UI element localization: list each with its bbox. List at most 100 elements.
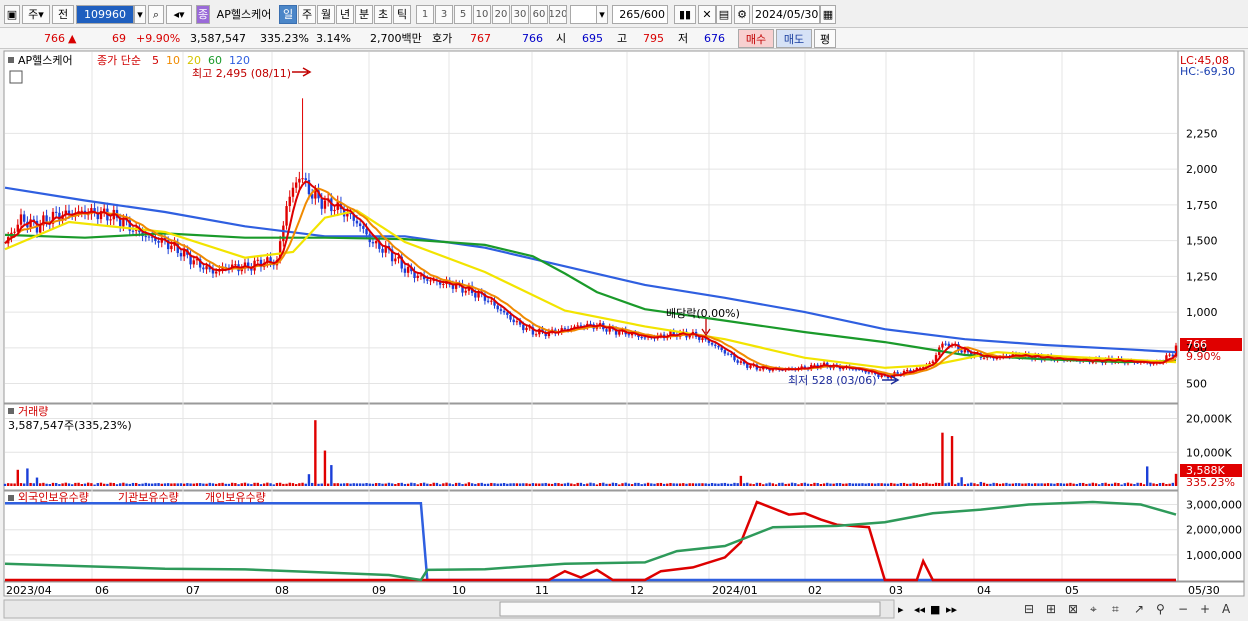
- candle-body: [374, 241, 378, 244]
- volume-bar: [701, 483, 704, 486]
- chart-tool-icon[interactable]: ⊠: [1068, 602, 1078, 616]
- volume-bar: [1126, 482, 1130, 486]
- candle-body: [627, 334, 631, 336]
- candle-body: [301, 178, 304, 180]
- period-tab-4[interactable]: 분: [355, 5, 373, 24]
- playback-control-icon[interactable]: ▸: [898, 603, 904, 616]
- volume-bar: [163, 483, 167, 486]
- sell-button[interactable]: 매도: [776, 29, 812, 48]
- chart-tool-icon[interactable]: ⌗: [1112, 602, 1119, 616]
- crosshair-icon[interactable]: ✕: [698, 5, 716, 24]
- period-tab-1[interactable]: 주: [298, 5, 316, 24]
- search-icon[interactable]: ⌕: [148, 5, 164, 24]
- candle-body: [640, 337, 643, 339]
- volume-bar: [714, 483, 717, 486]
- volume-pane-title: 거래량: [18, 405, 48, 418]
- period-tab-6[interactable]: 틱: [393, 5, 411, 24]
- volume-bar: [397, 483, 400, 486]
- playback-control-icon[interactable]: ◂◂: [914, 603, 926, 616]
- volume-bar: [48, 484, 51, 486]
- calendar-icon[interactable]: ▦: [820, 5, 836, 24]
- eval-button[interactable]: 평: [814, 29, 836, 48]
- volume-bar: [250, 484, 253, 486]
- volume-bar: [112, 482, 115, 486]
- volume-bar: [531, 483, 535, 486]
- count-field[interactable]: 265/600: [612, 5, 668, 24]
- period-tab-0[interactable]: 일: [279, 5, 297, 24]
- volume-bar: [717, 483, 720, 486]
- market-select[interactable]: 주 ▾: [22, 5, 50, 24]
- volume-bar: [285, 483, 288, 486]
- volume-bar: [486, 483, 490, 486]
- volume-bar: [870, 483, 874, 486]
- candle-body: [362, 226, 365, 229]
- volume-bar: [93, 484, 96, 486]
- period-tab-2[interactable]: 월: [317, 5, 335, 24]
- x-tick-label: 04: [977, 584, 991, 597]
- date-input[interactable]: 2024/05/30: [752, 5, 820, 24]
- buy-button[interactable]: 매수: [738, 29, 774, 48]
- volume-bar: [586, 483, 589, 486]
- interval-button-30[interactable]: 30: [511, 5, 529, 24]
- chart-tool-icon[interactable]: −: [1178, 602, 1188, 616]
- volume-bar: [611, 482, 615, 486]
- scroll-thumb[interactable]: [499, 601, 881, 617]
- sound-icon[interactable]: ◂▾: [166, 5, 192, 24]
- candle-body: [429, 280, 432, 282]
- prev-button[interactable]: 전: [52, 5, 74, 24]
- window-menu-icon[interactable]: ▣: [4, 5, 20, 24]
- chart-tool-icon[interactable]: ⊞: [1046, 602, 1056, 616]
- interval-button-5[interactable]: 5: [454, 5, 472, 24]
- volume-bar: [259, 484, 263, 486]
- candle-body: [509, 314, 512, 320]
- volume-bar: [118, 483, 122, 486]
- chart-tool-icon[interactable]: ↗: [1134, 602, 1144, 616]
- volume-bar: [38, 483, 42, 486]
- volume-bar: [1155, 484, 1159, 486]
- save-icon[interactable]: ▤: [716, 5, 732, 24]
- interval-button-60[interactable]: 60: [530, 5, 548, 24]
- ma-legend-5: 5: [152, 54, 159, 67]
- hc-label: HC:-69,30: [1180, 65, 1235, 78]
- chart-tool-icon[interactable]: A: [1222, 602, 1231, 616]
- volume-bar: [947, 482, 951, 486]
- price-tick-label: 1,500: [1186, 235, 1218, 248]
- volume-bar: [624, 482, 627, 486]
- volume-bar: [1069, 482, 1072, 486]
- volume-bar: [813, 482, 816, 486]
- volume-bar: [182, 483, 186, 486]
- interval-button-10[interactable]: 10: [473, 5, 491, 24]
- stock-code-input[interactable]: 109960: [76, 5, 134, 24]
- period-tab-3[interactable]: 년: [336, 5, 354, 24]
- quote-bar: 766 ▲ 69 +9.90% 3,587,547 335.23% 3.14% …: [0, 28, 1248, 49]
- indiv-holding-legend: 개인보유수량: [205, 491, 266, 504]
- playback-control-icon[interactable]: ■: [930, 603, 940, 616]
- volume-bar: [986, 483, 989, 486]
- code-dropdown-icon[interactable]: ▾: [134, 5, 146, 24]
- volume-bar: [570, 483, 573, 486]
- chart-tool-icon[interactable]: ⚲: [1156, 602, 1165, 616]
- volume-bar: [723, 482, 727, 486]
- chart-tool-icon[interactable]: ⌖: [1090, 602, 1097, 616]
- period-tab-5[interactable]: 초: [374, 5, 392, 24]
- chart-tool-icon[interactable]: ⊟: [1024, 602, 1034, 616]
- chart-tool-icon[interactable]: +: [1200, 602, 1210, 616]
- x-tick-label: 2024/01: [712, 584, 758, 597]
- interval-button-1[interactable]: 1: [416, 5, 434, 24]
- gear-icon[interactable]: ⚙: [734, 5, 750, 24]
- candle-type-icon[interactable]: ▮▮: [674, 5, 696, 24]
- volume-bar: [621, 483, 624, 486]
- interval-button-120[interactable]: 120: [549, 5, 567, 24]
- volume-bar: [912, 482, 915, 486]
- volume-bar: [650, 483, 653, 486]
- chart-area[interactable]: 2,2502,0001,7501,5001,2501,00075050020,0…: [0, 49, 1248, 621]
- interval-button-3[interactable]: 3: [435, 5, 453, 24]
- candle-body: [298, 178, 301, 183]
- interval-dropdown-icon[interactable]: ▾: [596, 5, 608, 24]
- volume-bar: [960, 477, 963, 486]
- candle-body: [490, 300, 493, 302]
- candle-body: [109, 219, 112, 221]
- playback-control-icon[interactable]: ▸▸: [946, 603, 958, 616]
- interval-button-20[interactable]: 20: [492, 5, 510, 24]
- volume-bar: [989, 483, 992, 486]
